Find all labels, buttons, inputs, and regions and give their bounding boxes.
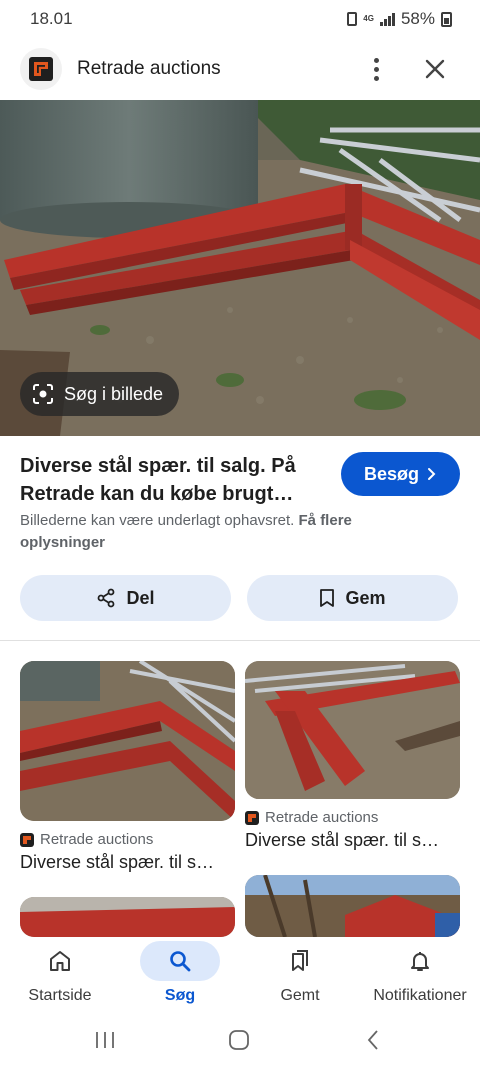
nav-notifications-label: Notifikationer [373,987,467,1004]
bottom-navigation: Startside Søg Gemt Notifikationer [0,937,480,1013]
share-icon [98,588,115,608]
related-card[interactable] [245,875,460,937]
related-thumbnail[interactable] [20,661,235,821]
related-image [20,897,235,937]
site-title[interactable]: Retrade auctions [77,58,221,80]
retrade-favicon-icon [245,810,259,825]
related-source-name: Retrade auctions [40,831,154,848]
nav-saved[interactable]: Gemt [240,937,360,1013]
home-system-icon[interactable] [224,1025,254,1055]
bookmarks-icon [292,950,308,971]
result-title-line2: Retrade kan du købe brugt… [20,483,294,505]
search-in-image-label: Søg i billede [64,383,164,404]
related-thumbnail[interactable] [245,661,460,799]
status-icons: 4G 58% [347,9,452,29]
network-type-label: 4G [363,14,374,23]
related-source: Retrade auctions [245,809,460,826]
back-icon[interactable] [358,1025,388,1055]
retrade-favicon-icon [20,832,34,847]
close-icon[interactable] [420,54,450,84]
bell-icon [411,952,429,971]
system-navigation-bar [0,1013,480,1067]
nav-saved-label: Gemt [280,987,320,1004]
copyright-text: Billederne kan være underlagt ophavsret. [20,512,295,529]
lens-icon [33,384,53,404]
nav-search[interactable]: Søg [120,937,240,1013]
status-bar: 18.01 4G 58% [0,0,480,36]
related-source-name: Retrade auctions [265,809,379,826]
save-button[interactable]: Gem [247,575,458,621]
related-image [245,875,460,937]
battery-percent: 58% [400,9,435,28]
share-button[interactable]: Del [20,575,231,621]
related-thumbnail[interactable] [245,875,460,937]
recent-apps-icon[interactable] [90,1025,120,1055]
nav-notifications[interactable]: Notifikationer [360,937,480,1013]
nav-search-label: Søg [164,987,196,1004]
search-icon [170,951,191,972]
share-label: Del [126,587,155,608]
retrade-logo-icon [29,57,53,81]
nav-home-label: Startside [28,987,92,1004]
result-header: Retrade auctions [0,40,480,96]
chevron-right-icon [428,468,436,480]
search-in-image-button[interactable]: Søg i billede [20,372,180,416]
related-card[interactable]: Retrade auctions Diverse stål spær. til … [245,661,460,851]
result-title[interactable]: Diverse stål spær. til salg. På Retrade … [20,452,320,508]
copyright-notice: Billederne kan være underlagt ophavsret.… [20,510,440,554]
related-image [245,661,460,799]
save-label: Gem [345,587,386,608]
related-card[interactable] [20,897,235,937]
bookmark-icon [320,589,335,607]
site-logo[interactable] [20,48,62,90]
battery-icon [441,11,452,27]
result-title-line1: Diverse stål spær. til salg. På [20,455,296,477]
sim-icon [347,12,358,26]
status-time: 18.01 [30,9,73,28]
more-options-icon[interactable] [362,54,390,84]
related-title[interactable]: Diverse stål spær. til s… [245,830,460,851]
related-title[interactable]: Diverse stål spær. til s… [20,852,235,873]
result-image[interactable]: Søg i billede [0,100,480,436]
related-thumbnail[interactable] [20,897,235,937]
related-image [20,661,235,821]
home-icon [50,951,70,971]
signal-icon [379,12,395,26]
nav-home[interactable]: Startside [0,937,120,1013]
divider [0,640,480,641]
visit-label: Besøg [363,463,419,484]
related-source: Retrade auctions [20,831,235,848]
visit-button[interactable]: Besøg [341,452,460,496]
related-card[interactable]: Retrade auctions Diverse stål spær. til … [20,661,235,873]
